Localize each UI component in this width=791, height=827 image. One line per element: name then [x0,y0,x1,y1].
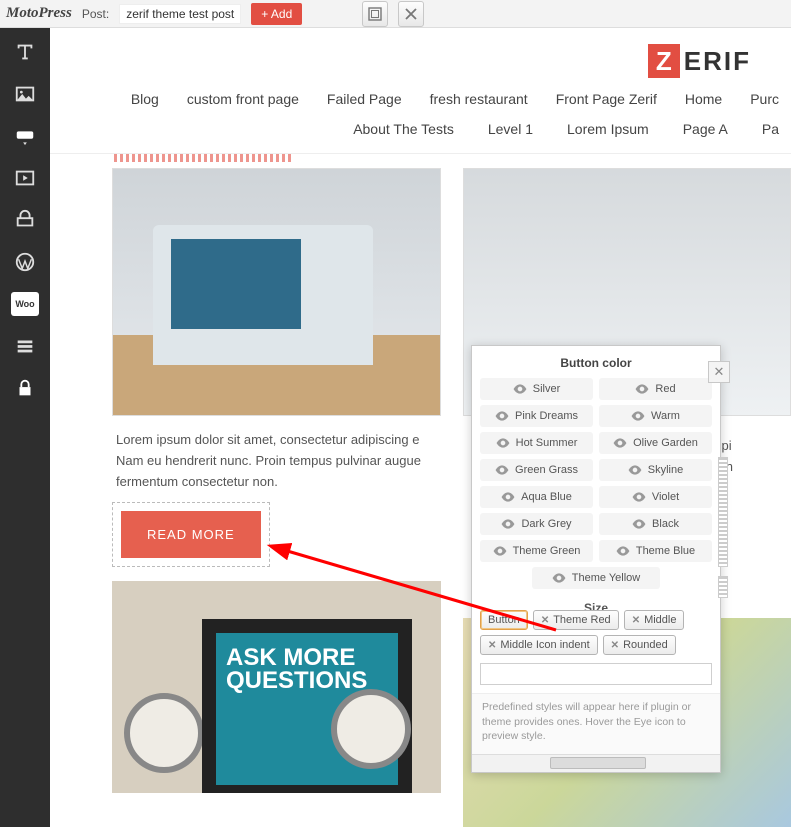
eye-icon [632,492,646,502]
nav-item[interactable]: Purc [750,91,779,107]
close-editor-button[interactable] [398,1,424,27]
site-header: ZERIF Blog custom front page Failed Page fr… [50,28,791,154]
eye-icon [628,465,642,475]
nav-item[interactable]: Pa [762,121,779,137]
style-tag[interactable]: ✕Middle Icon indent [480,635,598,655]
post-label: Post: [82,7,109,21]
popover-size-title: Size [480,601,712,610]
woo-tool-icon[interactable]: Woo [11,292,39,316]
popover-color-title: Button color [480,356,712,370]
wordpress-tool-icon[interactable] [11,250,39,274]
topbar: MotoPress Post: zerif theme test post + … [0,0,791,28]
text-tool-icon[interactable] [11,40,39,64]
video-tool-icon[interactable] [11,166,39,190]
post-name-field[interactable]: zerif theme test post [119,4,241,24]
nav-item[interactable]: Blog [131,91,159,107]
color-option[interactable]: Silver [480,378,593,400]
popover-hint: Predefined styles will appear here if pl… [472,693,720,754]
nav-item[interactable]: Failed Page [327,91,402,107]
lock-tool-icon[interactable] [11,376,39,400]
site-brand: ZERIF [50,46,791,77]
color-option[interactable]: Black [599,513,712,535]
remove-tag-icon[interactable]: ✕ [632,615,640,626]
brand-text: ERIF [680,46,751,76]
secondary-nav: About The Tests Level 1 Lorem Ipsum Page A P… [50,113,791,147]
layout-tool-icon[interactable] [11,334,39,358]
eye-icon [632,519,646,529]
style-tag[interactable]: ✕Rounded [603,635,676,655]
nav-item[interactable]: custom front page [187,91,299,107]
nav-item[interactable]: fresh restaurant [430,91,528,107]
remove-tag-icon[interactable]: ✕ [541,615,549,626]
remove-tag-icon[interactable]: ✕ [611,640,619,651]
nav-item[interactable]: Level 1 [488,121,533,137]
widget-tool-icon[interactable] [11,208,39,232]
color-option[interactable]: Theme Green [480,540,593,562]
style-tag[interactable]: ✕Middle [624,610,685,630]
style-tags: Button✕Theme Red✕Middle ✕Middle Icon inde… [472,610,720,663]
style-tag[interactable]: Button [480,610,528,630]
color-option[interactable]: Pink Dreams [480,405,593,427]
color-option[interactable]: Warm [599,405,712,427]
fullscreen-button[interactable] [362,1,388,27]
panel-resize-handle[interactable] [718,457,728,567]
nav-item[interactable]: Page A [683,121,728,137]
eye-icon [501,492,515,502]
panel-resize-handle-2[interactable] [718,576,728,598]
style-popover: Button color Silver Red Pink Dreams Warm Hot… [471,345,721,773]
eye-icon [513,384,527,394]
eye-icon [495,465,509,475]
tag-input[interactable] [480,663,712,685]
eye-icon [552,573,566,583]
poster-line-2: QUESTIONS [226,667,367,694]
color-option[interactable]: Skyline [599,459,712,481]
brand-mark: Z [648,44,680,78]
nav-item[interactable]: About The Tests [353,121,454,137]
remove-tag-icon[interactable]: ✕ [488,640,496,651]
app-logo: MotoPress [6,5,72,22]
eye-icon [613,438,627,448]
color-option[interactable]: Olive Garden [599,432,712,454]
eye-icon [501,519,515,529]
primary-nav: Blog custom front page Failed Page fresh re… [50,77,791,113]
button-tool-icon[interactable] [11,124,39,148]
color-option[interactable]: Dark Grey [480,513,593,535]
style-tag[interactable]: ✕Theme Red [533,610,619,630]
eye-icon [496,438,510,448]
nav-item[interactable]: Home [685,91,722,107]
eye-icon [631,411,645,421]
image-tool-icon[interactable] [11,82,39,106]
color-option[interactable]: Violet [599,486,712,508]
hero-image-placeholder[interactable] [112,168,441,416]
eye-icon [493,546,507,556]
nav-item[interactable]: Lorem Ipsum [567,121,649,137]
color-option[interactable]: Green Grass [480,459,593,481]
color-option[interactable]: Theme Blue [599,540,712,562]
left-toolbar: Woo [0,28,50,827]
color-option[interactable]: Red [599,378,712,400]
second-image-placeholder[interactable]: ASK MOREQUESTIONS [112,581,441,793]
nav-item[interactable]: Front Page Zerif [556,91,657,107]
color-option[interactable]: Theme Yellow [532,567,660,589]
left-column: Lorem ipsum dolor sit amet, consectetur … [112,168,441,827]
eye-icon [616,546,630,556]
color-option[interactable]: Aqua Blue [480,486,593,508]
selected-element-outline: READ MORE [112,502,270,567]
add-button[interactable]: + Add [251,3,302,25]
popover-hscrollbar[interactable] [472,754,720,772]
eye-icon [495,411,509,421]
eye-icon [635,384,649,394]
color-option[interactable]: Hot Summer [480,432,593,454]
read-more-button[interactable]: READ MORE [121,511,261,558]
body-text[interactable]: Lorem ipsum dolor sit amet, consectetur … [112,416,441,502]
spellcheck-squiggle [114,154,294,162]
close-popover-button[interactable]: ✕ [708,361,730,383]
